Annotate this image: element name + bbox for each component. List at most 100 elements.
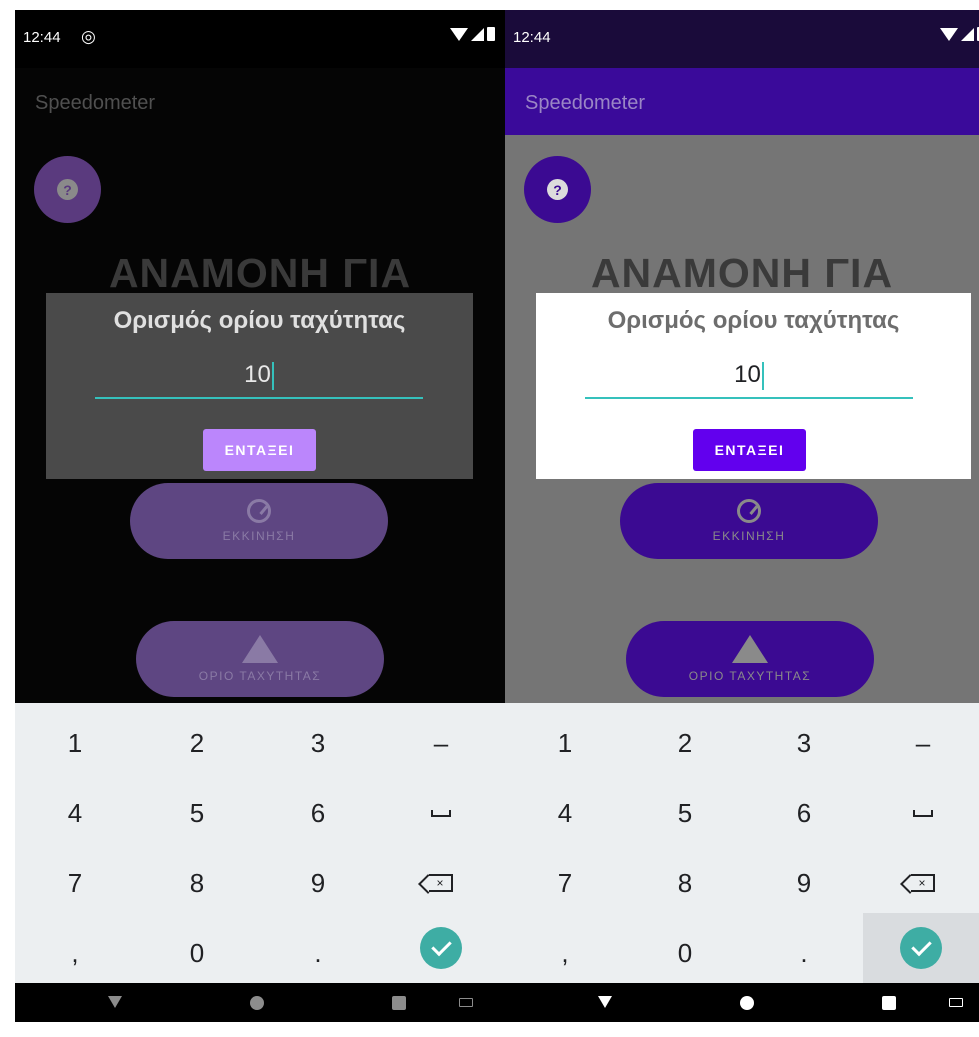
dialog-title: Ορισμός ορίου ταχύτητας — [113, 307, 406, 334]
status-time: 12:44 — [513, 29, 551, 46]
numeric-keyboard: 1 2 3 – 4 5 6 7 8 9 × , 0 . — [505, 703, 979, 983]
key-7[interactable]: 7 — [15, 848, 135, 918]
system-icons — [940, 27, 979, 41]
key-3[interactable]: 3 — [258, 708, 378, 778]
help-button[interactable]: ? — [34, 156, 101, 223]
key-5[interactable]: 5 — [137, 778, 257, 848]
backspace-icon: × — [911, 874, 935, 892]
key-period[interactable]: . — [744, 918, 864, 988]
navigation-bar — [15, 983, 505, 1022]
key-4[interactable]: 4 — [15, 778, 135, 848]
home-icon[interactable] — [250, 996, 264, 1010]
speed-limit-dialog: Ορισμός ορίου ταχύτητας 10 ΕΝΤΑΞΕΙ — [536, 293, 971, 479]
phone-light-theme: 12:44 Speedometer ? ΑΝΑΜΟΝΗ ΓΙΑ ΕΚΚΙΝΗΣΗ… — [505, 10, 979, 1022]
key-done[interactable] — [863, 913, 979, 983]
sync-icon: ◎ — [81, 27, 96, 46]
speed-limit-button-label: ΟΡΙΟ ΤΑΧΥΤΗΤΑΣ — [198, 669, 322, 683]
key-space[interactable] — [381, 778, 501, 848]
app-title: Speedometer — [525, 92, 646, 114]
start-button[interactable]: ΕΚΚΙΝΗΣΗ — [620, 483, 878, 559]
app-bar: Speedometer — [15, 68, 505, 135]
key-1[interactable]: 1 — [15, 708, 135, 778]
home-icon[interactable] — [740, 996, 754, 1010]
waiting-text: ΑΝΑΜΟΝΗ ΓΙΑ — [590, 250, 894, 296]
main-content: ? ΑΝΑΜΟΝΗ ΓΙΑ ΕΚΚΙΝΗΣΗ ΟΡΙΟ ΤΑΧΥΤΗΤΑΣ Ορ… — [505, 135, 979, 703]
speed-limit-button[interactable]: ΟΡΙΟ ΤΑΧΥΤΗΤΑΣ — [136, 621, 384, 697]
app-title: Speedometer — [35, 92, 156, 114]
key-comma[interactable]: , — [505, 918, 625, 988]
key-6[interactable]: 6 — [258, 778, 378, 848]
speed-limit-input[interactable]: 10 — [95, 355, 423, 399]
key-2[interactable]: 2 — [625, 708, 745, 778]
key-0[interactable]: 0 — [137, 918, 257, 988]
back-icon[interactable] — [598, 996, 612, 1008]
recents-icon[interactable] — [882, 996, 896, 1010]
wifi-icon — [450, 27, 468, 41]
key-3[interactable]: 3 — [744, 708, 864, 778]
status-time: 12:44 — [23, 29, 61, 46]
speedometer-icon — [737, 499, 761, 523]
signal-icon — [961, 27, 974, 41]
key-9[interactable]: 9 — [744, 848, 864, 918]
checkmark-icon — [900, 927, 942, 969]
key-8[interactable]: 8 — [137, 848, 257, 918]
key-backspace[interactable]: × — [381, 848, 501, 918]
wifi-icon — [940, 27, 958, 41]
key-space[interactable] — [863, 778, 979, 848]
start-button[interactable]: ΕΚΚΙΝΗΣΗ — [130, 483, 388, 559]
warning-icon — [732, 635, 768, 663]
checkmark-icon — [420, 927, 462, 969]
start-button-label: ΕΚΚΙΝΗΣΗ — [222, 529, 296, 543]
speed-limit-dialog: Ορισμός ορίου ταχύτητας 10 ΕΝΤΑΞΕΙ — [46, 293, 473, 479]
backspace-icon: × — [429, 874, 453, 892]
navigation-bar — [505, 983, 979, 1022]
battery-icon — [487, 27, 495, 41]
start-button-label: ΕΚΚΙΝΗΣΗ — [712, 529, 786, 543]
signal-icon — [471, 27, 484, 41]
status-bar: 12:44 — [505, 10, 979, 68]
input-value: 10 — [734, 361, 761, 388]
input-value: 10 — [244, 361, 271, 388]
key-8[interactable]: 8 — [625, 848, 745, 918]
space-icon — [431, 809, 451, 817]
text-cursor — [761, 361, 764, 390]
key-dash[interactable]: – — [381, 708, 501, 778]
warning-icon — [242, 635, 278, 663]
key-2[interactable]: 2 — [137, 708, 257, 778]
key-7[interactable]: 7 — [505, 848, 625, 918]
key-done[interactable] — [381, 913, 501, 983]
help-button[interactable]: ? — [524, 156, 591, 223]
help-icon: ? — [57, 179, 78, 200]
waiting-text: ΑΝΑΜΟΝΗ ΓΙΑ — [108, 250, 412, 296]
speed-limit-input[interactable]: 10 — [585, 355, 913, 399]
system-icons — [450, 27, 495, 41]
key-5[interactable]: 5 — [625, 778, 745, 848]
speed-limit-button[interactable]: ΟΡΙΟ ΤΑΧΥΤΗΤΑΣ — [626, 621, 874, 697]
key-comma[interactable]: , — [15, 918, 135, 988]
key-backspace[interactable]: × — [863, 848, 979, 918]
key-period[interactable]: . — [258, 918, 378, 988]
key-dash[interactable]: – — [863, 708, 979, 778]
recents-icon[interactable] — [392, 996, 406, 1010]
dialog-title: Ορισμός ορίου ταχύτητας — [607, 307, 900, 334]
key-4[interactable]: 4 — [505, 778, 625, 848]
phone-dark-theme: 12:44 ◎ Speedometer ? ΑΝΑΜΟΝΗ ΓΙΑ ΕΚΚΙΝΗ… — [15, 10, 505, 1022]
key-9[interactable]: 9 — [258, 848, 378, 918]
key-1[interactable]: 1 — [505, 708, 625, 778]
app-bar: Speedometer — [505, 68, 979, 135]
speed-limit-button-label: ΟΡΙΟ ΤΑΧΥΤΗΤΑΣ — [688, 669, 812, 683]
text-cursor — [271, 361, 274, 390]
keyboard-switch-icon[interactable] — [459, 998, 473, 1007]
keyboard-switch-icon[interactable] — [949, 998, 963, 1007]
status-bar: 12:44 ◎ — [15, 10, 505, 68]
space-icon — [913, 809, 933, 817]
help-icon: ? — [547, 179, 568, 200]
main-content: ? ΑΝΑΜΟΝΗ ΓΙΑ ΕΚΚΙΝΗΣΗ ΟΡΙΟ ΤΑΧΥΤΗΤΑΣ Ορ… — [15, 135, 505, 703]
speedometer-icon — [247, 499, 271, 523]
numeric-keyboard: 1 2 3 – 4 5 6 7 8 9 × , 0 . — [15, 703, 505, 983]
ok-button[interactable]: ΕΝΤΑΞΕΙ — [203, 429, 316, 471]
key-0[interactable]: 0 — [625, 918, 745, 988]
back-icon[interactable] — [108, 996, 122, 1008]
ok-button[interactable]: ΕΝΤΑΞΕΙ — [693, 429, 806, 471]
key-6[interactable]: 6 — [744, 778, 864, 848]
